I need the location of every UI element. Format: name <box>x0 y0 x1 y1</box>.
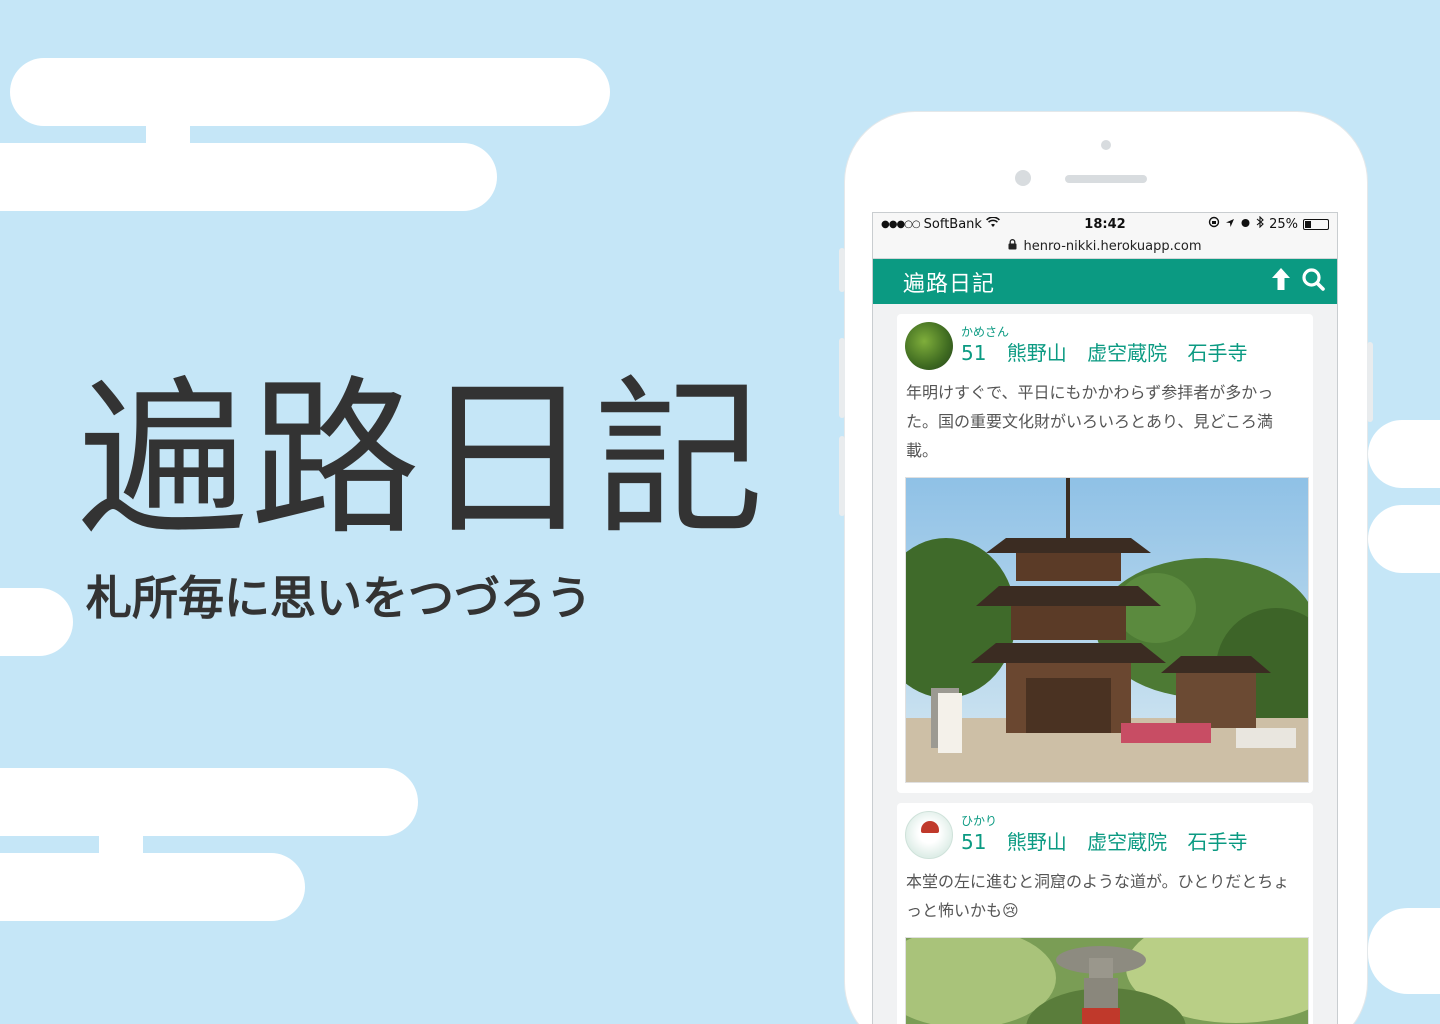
avatar[interactable] <box>905 811 953 859</box>
phone-mockup: ●●●○○ SoftBank 18:42 25% henro-nikki.her… <box>839 112 1373 1024</box>
post-body: 年明けすぐで、平日にもかかわらず参拝者が多かった。国の重要文化財がいろいろとあり… <box>906 383 1274 460</box>
phone-volume-down <box>839 436 845 516</box>
hero-subtitle: 札所毎に思いをつづろう <box>86 571 592 625</box>
cloud-decoration <box>10 58 610 126</box>
status-time: 18:42 <box>1084 216 1126 232</box>
hero-title: 遍路日記 <box>78 361 767 559</box>
upload-arrow-icon[interactable] <box>1271 267 1291 297</box>
post-temple-name[interactable]: 51 熊野山 虚空蔵院 石手寺 <box>961 340 1248 366</box>
phone-camera <box>1015 170 1031 186</box>
phone-speaker <box>1065 175 1147 183</box>
cloud-decoration <box>0 853 305 921</box>
post-card[interactable]: かめさん 51 熊野山 虚空蔵院 石手寺 年明けすぐで、平日にもかかわらず参拝者… <box>897 314 1313 793</box>
browser-url-bar[interactable]: henro-nikki.herokuapp.com <box>873 235 1337 259</box>
phone-screen: ●●●○○ SoftBank 18:42 25% henro-nikki.her… <box>872 212 1338 1024</box>
post-username[interactable]: かめさん <box>961 324 1248 340</box>
phone-mute-switch <box>839 248 845 292</box>
post-photo[interactable] <box>905 477 1309 783</box>
phone-power-button <box>1367 342 1373 422</box>
url-text: henro-nikki.herokuapp.com <box>1023 239 1202 254</box>
status-bar: ●●●○○ SoftBank 18:42 25% <box>873 213 1337 235</box>
cloud-decoration <box>0 143 497 211</box>
search-icon[interactable] <box>1301 267 1325 297</box>
app-logo-title[interactable]: 遍路日記 <box>903 266 995 298</box>
lock-icon <box>1008 239 1017 254</box>
avatar[interactable] <box>905 322 953 370</box>
app-header: 遍路日記 <box>873 259 1337 304</box>
post-feed: かめさん 51 熊野山 虚空蔵院 石手寺 年明けすぐで、平日にもかかわらず参拝者… <box>873 304 1337 1024</box>
cloud-decoration <box>0 768 418 836</box>
cloud-decoration <box>1368 420 1440 488</box>
post-body: 本堂の左に進むと洞窟のような道が。ひとりだとちょっと怖いかも😢 <box>906 872 1290 920</box>
post-username[interactable]: ひかり <box>961 813 1248 829</box>
cloud-decoration <box>1368 908 1440 994</box>
cloud-decoration <box>0 588 73 656</box>
post-card[interactable]: ひかり 51 熊野山 虚空蔵院 石手寺 本堂の左に進むと洞窟のような道が。ひとり… <box>897 803 1313 1024</box>
post-photo[interactable] <box>905 937 1309 1024</box>
phone-volume-up <box>839 338 845 418</box>
cloud-decoration <box>1368 505 1440 573</box>
battery-icon <box>1303 218 1329 230</box>
phone-sensor <box>1101 140 1111 150</box>
post-temple-name[interactable]: 51 熊野山 虚空蔵院 石手寺 <box>961 829 1248 855</box>
